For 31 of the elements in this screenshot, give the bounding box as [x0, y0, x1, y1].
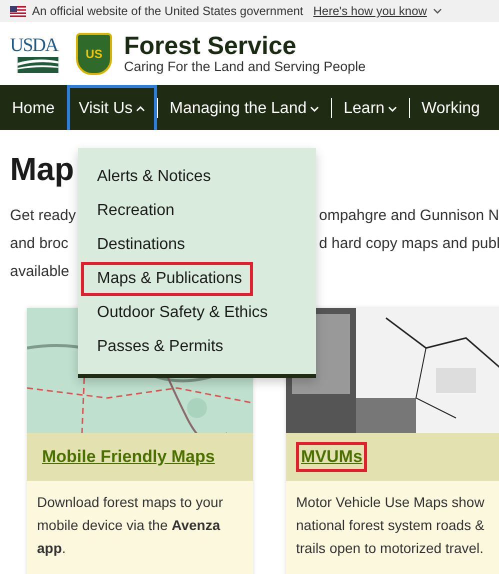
nav-item[interactable]: Working	[410, 85, 492, 130]
how-you-know-link[interactable]: Here's how you know	[313, 4, 427, 18]
nav-item[interactable]: Home	[0, 85, 67, 130]
menu-item[interactable]: Passes & Permits	[81, 330, 234, 364]
caret-icon	[136, 106, 145, 112]
nav-item[interactable]: Visit Us	[66, 85, 157, 130]
usda-logo[interactable]: USDA	[10, 34, 66, 72]
official-notice: An official website of the United States government	[32, 4, 304, 18]
card-description: Download forest maps to your mobile device via the Avenza app.	[36, 493, 224, 558]
menu-item[interactable]: Maps & Publications	[81, 262, 253, 296]
site-tagline: Caring For the Land and Serving People	[124, 59, 366, 74]
caret-icon	[310, 106, 319, 112]
chevron-icon	[432, 8, 442, 14]
intro-text: and broc	[10, 234, 68, 254]
caret-icon	[388, 106, 397, 112]
intro-text: ompahgre and Gunnison N	[319, 206, 499, 226]
menu-item[interactable]: Outdoor Safety & Ethics	[81, 296, 279, 330]
nav-item[interactable]: Learn	[332, 85, 409, 130]
flag-icon	[10, 6, 26, 16]
card-title-link[interactable]: MVUMs	[296, 442, 368, 472]
site-title[interactable]: Forest Service	[124, 33, 366, 59]
menu-item[interactable]: Recreation	[81, 194, 186, 228]
menu-item[interactable]: Destinations	[81, 228, 196, 262]
page-heading: Map	[10, 150, 74, 189]
nav-item[interactable]: Managing the Land	[158, 85, 331, 130]
menu-item[interactable]: Alerts & Notices	[81, 160, 222, 194]
card-description: Motor Vehicle Use Maps show national forest system roads & trails open to motorized travel.	[295, 493, 486, 558]
intro-text: Get ready	[10, 206, 76, 226]
intro-text: d hard copy maps and publ	[319, 234, 499, 254]
shield-logo[interactable]: US	[76, 32, 112, 74]
intro-text: available	[10, 262, 70, 282]
